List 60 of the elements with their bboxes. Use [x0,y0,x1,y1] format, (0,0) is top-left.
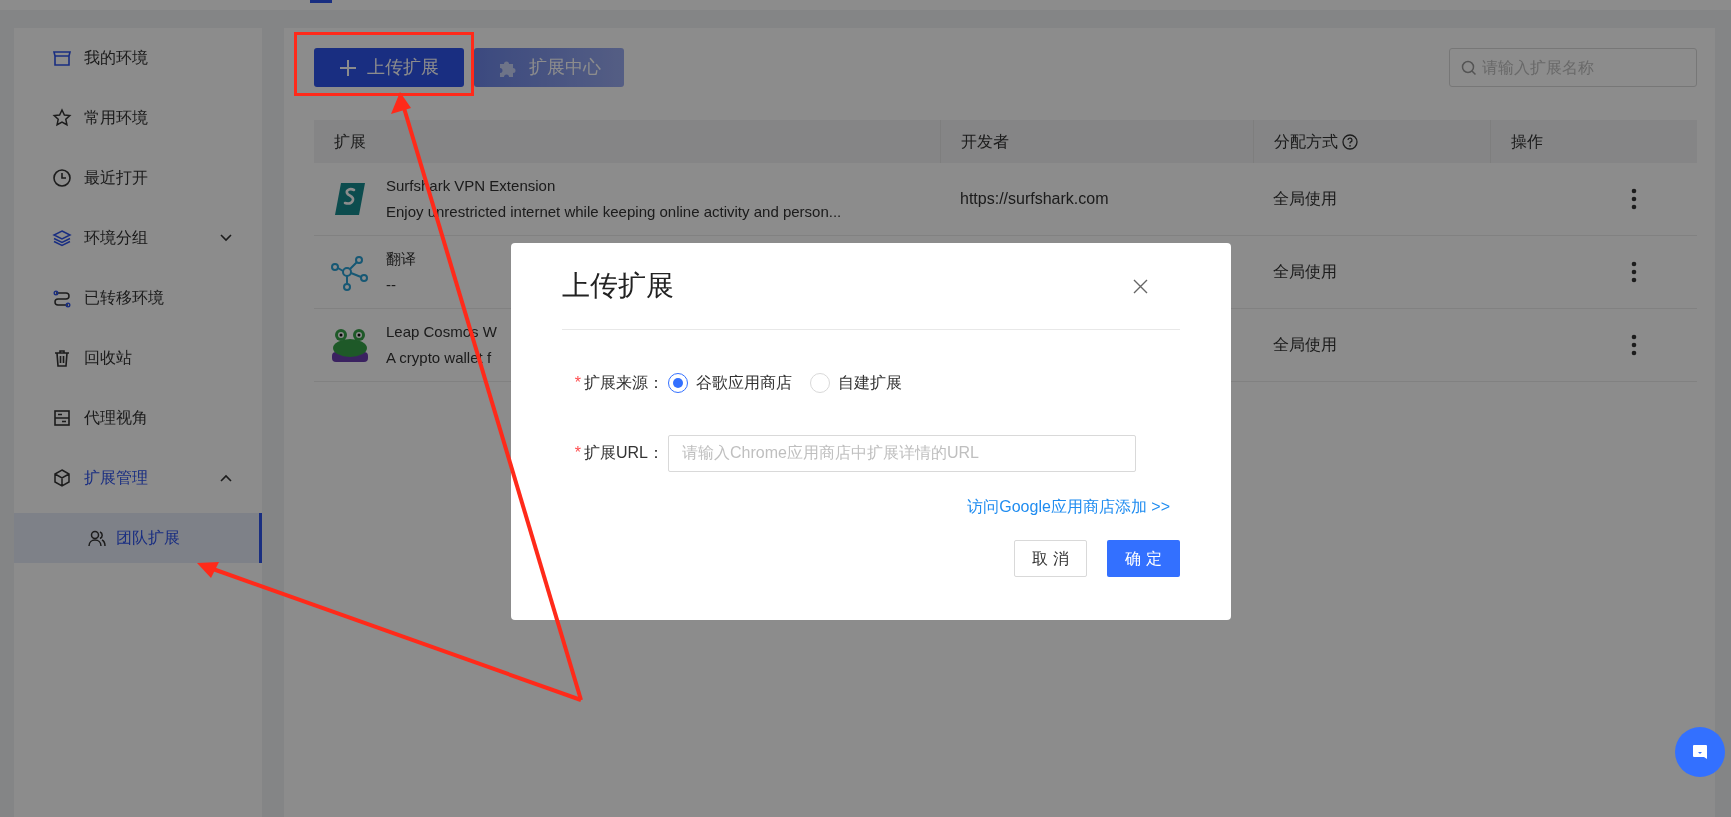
field-label: 扩展URL： [584,443,664,463]
required-asterisk: * [574,443,581,463]
upload-button[interactable]: 上传扩展 [314,48,464,87]
sidebar-label: 代理视角 [84,408,148,428]
assignment-text: 全局使用 [1273,190,1337,207]
help-icon[interactable] [1342,133,1358,150]
star-icon [52,108,72,128]
cube-icon [52,468,72,488]
network-nodes-icon [331,253,369,291]
plus-icon [339,58,357,77]
sidebar-label: 我的环境 [84,48,148,68]
field-label: 扩展来源： [584,373,664,393]
users-icon [88,529,106,547]
column-header: 扩展 [334,131,366,152]
sidebar-item[interactable]: 代理视角 [14,388,262,448]
sidebar-subitem[interactable]: 团队扩展 [14,513,262,563]
required-asterisk: * [574,373,581,393]
sidebar-label: 常用环境 [84,108,148,128]
shield-logo-icon [333,181,367,217]
trash-icon [52,348,72,368]
column-header: 分配方式 [1274,131,1338,152]
column-header: 操作 [1511,131,1543,152]
sidebar-item[interactable]: 我的环境 [14,28,262,88]
sidebar-label: 团队扩展 [116,528,180,548]
radio-option[interactable]: 谷歌应用商店 [668,371,792,395]
sidebar-item[interactable]: 回收站 [14,328,262,388]
sidebar-label: 回收站 [84,348,132,368]
dialog-title: 上传扩展 [562,269,674,303]
sidebar-item[interactable]: 环境分组 [14,208,262,268]
confirm-button[interactable]: 确 定 [1107,540,1180,577]
more-icon[interactable] [1631,188,1637,210]
sidebar-label: 环境分组 [84,228,148,248]
chat-icon [1691,743,1709,761]
developer-url: https://surfshark.com [960,190,1109,207]
assignment-text: 全局使用 [1273,263,1337,280]
sidebar-item[interactable]: 最近打开 [14,148,262,208]
layers-icon [52,228,72,248]
extension-description: -- [386,275,397,295]
more-icon[interactable] [1631,261,1637,283]
list-icon [52,408,72,428]
search-icon [1461,60,1477,76]
column-header: 开发者 [961,131,1009,152]
radio-option[interactable]: 自建扩展 [810,371,902,395]
clock-icon [52,168,72,188]
url-input-field[interactable]: 请输入Chrome应用商店中扩展详情的URL [668,434,1136,472]
cancel-button[interactable]: 取 消 [1014,540,1087,577]
sidebar-label: 扩展管理 [84,468,148,488]
sidebar-label: 最近打开 [84,168,148,188]
more-icon[interactable] [1631,334,1637,356]
sidebar-item[interactable]: 常用环境 [14,88,262,148]
route-icon [52,288,72,308]
extension-name: 翻译 [386,248,416,269]
sidebar-item[interactable]: 扩展管理 [14,448,262,508]
assignment-text: 全局使用 [1273,336,1337,353]
close-icon [1132,278,1148,294]
sidebar-label: 已转移环境 [84,288,164,308]
store-link[interactable]: 访问Google应用商店添加 >> [967,495,1170,519]
sidebar-item[interactable]: 已转移环境 [14,268,262,328]
frog-icon [331,326,369,364]
storefront-icon [52,48,72,68]
